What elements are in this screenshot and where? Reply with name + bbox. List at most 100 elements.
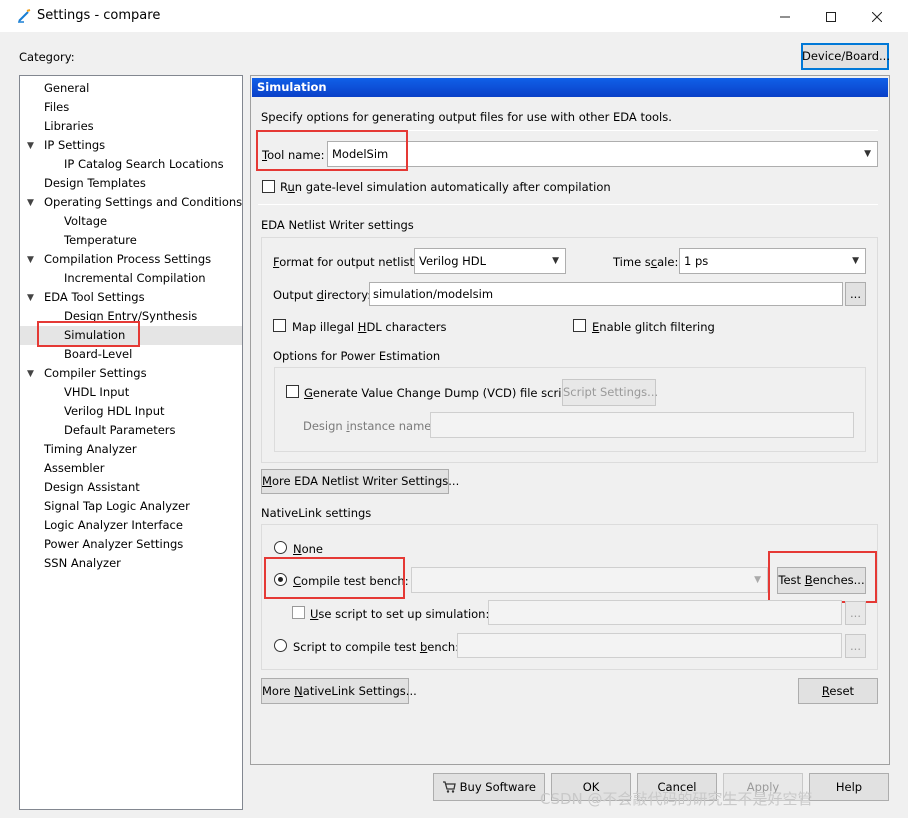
category-label: Category: xyxy=(19,50,75,64)
tree-item-label: Design Templates xyxy=(44,176,146,190)
tree-item[interactable]: Assembler xyxy=(20,459,242,478)
map-illegal-label: Map illegal HDL characters xyxy=(292,320,447,334)
output-dir-field[interactable]: simulation/modelsim xyxy=(369,282,843,306)
use-script-label: Use script to set up simulation: xyxy=(310,607,490,621)
browse-use-script-button[interactable]: ... xyxy=(845,601,866,625)
script-compile-field[interactable] xyxy=(457,633,842,658)
use-script-checkbox[interactable] xyxy=(292,606,305,619)
tree-item[interactable]: Voltage xyxy=(20,212,242,231)
chevron-down-icon: ▼ xyxy=(864,149,871,159)
timescale-dropdown[interactable]: 1 ps ▼ xyxy=(679,248,866,274)
design-instance-field[interactable] xyxy=(430,412,854,438)
tree-item[interactable]: VHDL Input xyxy=(20,383,242,402)
tree-item-label: VHDL Input xyxy=(64,385,130,399)
tree-item[interactable]: Power Analyzer Settings xyxy=(20,535,242,554)
tree-item[interactable]: ▼ IP Settings xyxy=(20,136,242,155)
tree-item[interactable]: Files xyxy=(20,98,242,117)
highlight-box xyxy=(768,551,877,603)
tree-item-label: EDA Tool Settings xyxy=(44,290,145,304)
use-script-field[interactable] xyxy=(488,600,842,625)
tree-item[interactable]: Temperature xyxy=(20,231,242,250)
none-radio[interactable] xyxy=(274,541,287,554)
tree-item[interactable]: SSN Analyzer xyxy=(20,554,242,573)
title-bar: Settings - compare xyxy=(0,0,908,32)
tree-item[interactable]: Verilog HDL Input xyxy=(20,402,242,421)
eda-netlist-title: EDA Netlist Writer settings xyxy=(261,218,414,232)
map-illegal-checkbox[interactable] xyxy=(273,319,286,332)
tree-item[interactable]: Libraries xyxy=(20,117,242,136)
tree-item-label: Assembler xyxy=(44,461,105,475)
window-title: Settings - compare xyxy=(37,8,161,23)
maximize-icon xyxy=(826,11,836,22)
separator xyxy=(258,204,878,205)
script-compile-radio[interactable] xyxy=(274,639,287,652)
timescale-value: 1 ps xyxy=(684,254,709,268)
expand-toggle-icon[interactable]: ▼ xyxy=(27,198,37,208)
tree-item-label: IP Settings xyxy=(44,138,106,152)
expand-toggle-icon[interactable]: ▼ xyxy=(27,141,37,151)
tree-item[interactable]: Default Parameters xyxy=(20,421,242,440)
tree-item-label: Operating Settings and Conditions xyxy=(44,195,243,209)
tree-item[interactable]: Timing Analyzer xyxy=(20,440,242,459)
nativelink-title: NativeLink settings xyxy=(261,506,372,520)
design-instance-label: Design instance name: xyxy=(303,419,436,433)
browse-output-dir-button[interactable]: ... xyxy=(845,282,866,306)
run-gate-level-label: Run gate-level simulation automatically … xyxy=(280,180,611,194)
tree-item[interactable]: IP Catalog Search Locations xyxy=(20,155,242,174)
help-button[interactable]: Help xyxy=(809,773,889,801)
maximize-button[interactable] xyxy=(808,0,854,32)
browse-script-compile-button[interactable]: ... xyxy=(845,634,866,658)
glitch-filtering-label: Enable glitch filtering xyxy=(592,320,715,334)
app-icon xyxy=(18,9,31,23)
tree-item-label: Default Parameters xyxy=(64,423,176,437)
script-settings-button[interactable]: Script Settings... xyxy=(562,379,658,406)
expand-toggle-icon[interactable]: ▼ xyxy=(27,369,37,379)
tree-item[interactable]: ▼ EDA Tool Settings xyxy=(20,288,242,307)
tree-item-label: Incremental Compilation xyxy=(64,271,206,285)
chevron-down-icon: ▼ xyxy=(852,256,859,266)
timescale-label: Time scale: xyxy=(613,255,679,269)
run-gate-level-checkbox[interactable] xyxy=(262,180,275,193)
tree-item-label: Timing Analyzer xyxy=(44,442,137,456)
tree-item-label: Temperature xyxy=(64,233,137,247)
tree-item[interactable]: General xyxy=(20,79,242,98)
glitch-filtering-checkbox[interactable] xyxy=(573,319,586,332)
close-button[interactable] xyxy=(854,0,900,32)
vcd-checkbox[interactable] xyxy=(286,385,299,398)
expand-toggle-icon[interactable]: ▼ xyxy=(27,293,37,303)
none-label: None xyxy=(293,542,324,556)
vcd-label: Generate Value Change Dump (VCD) file sc… xyxy=(304,386,574,400)
panel-header: Simulation xyxy=(252,78,888,97)
reset-button[interactable]: Reset xyxy=(798,678,878,704)
tree-item[interactable]: Signal Tap Logic Analyzer xyxy=(20,497,242,516)
highlight-box xyxy=(37,321,140,347)
buy-software-label: Buy Software xyxy=(459,780,536,794)
tree-item[interactable]: ▼ Compiler Settings xyxy=(20,364,242,383)
more-eda-settings-button[interactable]: More EDA Netlist Writer Settings... xyxy=(261,469,459,494)
tool-name-dropdown[interactable]: ModelSim ▼ xyxy=(327,141,878,167)
tree-item-label: Compilation Process Settings xyxy=(44,252,212,266)
format-dropdown[interactable]: Verilog HDL ▼ xyxy=(414,248,566,274)
tree-item-label: Voltage xyxy=(64,214,108,228)
expand-toggle-icon[interactable]: ▼ xyxy=(27,255,37,265)
tree-item-label: Verilog HDL Input xyxy=(64,404,165,418)
format-value: Verilog HDL xyxy=(419,254,487,268)
more-nativelink-settings-button[interactable]: More NativeLink Settings... xyxy=(261,678,417,704)
tree-item[interactable]: Incremental Compilation xyxy=(20,269,242,288)
watermark: CSDN @不会敲代码的研究生不是好空管 xyxy=(540,790,813,808)
tree-item[interactable]: ▼ Compilation Process Settings xyxy=(20,250,242,269)
device-board-button[interactable]: Device/Board... xyxy=(801,43,890,70)
compile-test-bench-dropdown[interactable]: ▼ xyxy=(411,567,768,593)
highlight-box xyxy=(264,557,405,599)
tree-item-label: IP Catalog Search Locations xyxy=(64,157,224,171)
tree-item[interactable]: Design Templates xyxy=(20,174,242,193)
tree-item-label: Compiler Settings xyxy=(44,366,147,380)
tree-item[interactable]: Board-Level xyxy=(20,345,242,364)
tree-item[interactable]: ▼ Operating Settings and Conditions xyxy=(20,193,242,212)
buy-software-button[interactable]: Buy Software xyxy=(433,773,545,801)
category-tree[interactable]: General Files Libraries ▼ IP Settings IP Cata… xyxy=(19,75,243,810)
tree-item[interactable]: Logic Analyzer Interface xyxy=(20,516,242,535)
tree-item[interactable]: Design Assistant xyxy=(20,478,242,497)
tree-item-label: Logic Analyzer Interface xyxy=(44,518,183,532)
minimize-button[interactable] xyxy=(762,0,808,32)
